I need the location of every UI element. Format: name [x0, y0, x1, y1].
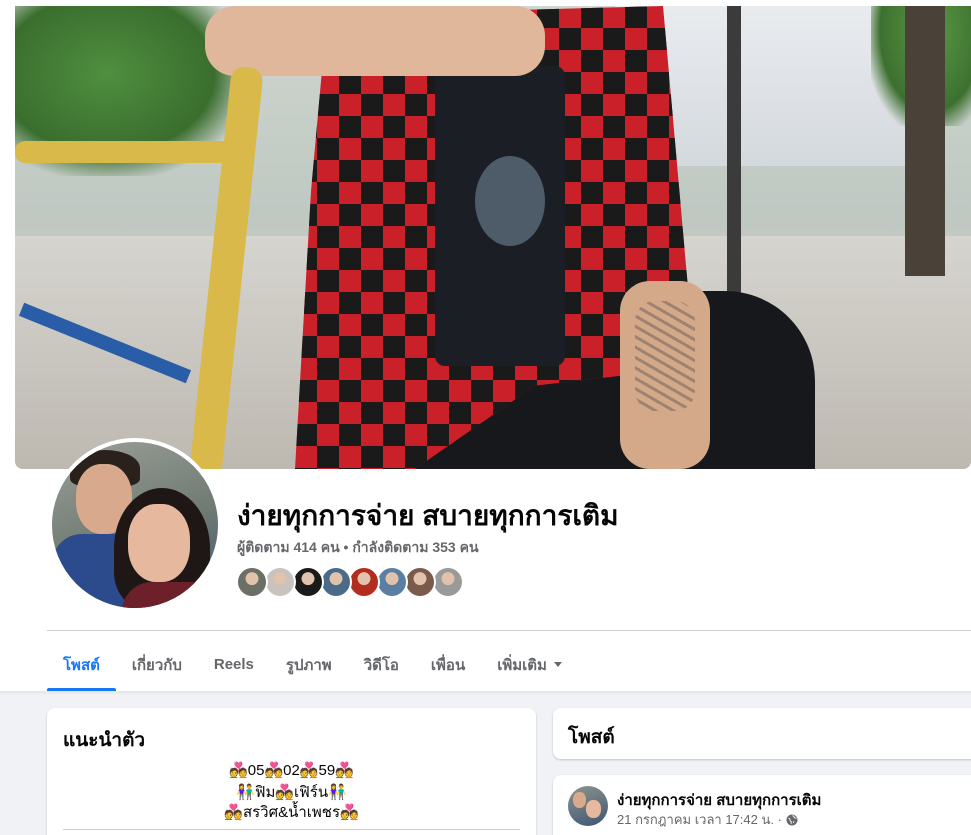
- tabs-divider: [47, 630, 971, 631]
- tab-label: Reels: [213, 656, 254, 673]
- follower-avatar[interactable]: [236, 566, 268, 598]
- follower-avatar[interactable]: [264, 566, 296, 598]
- avatar-person2-body: [122, 582, 218, 608]
- tab-label: วิดีโอ: [363, 656, 399, 674]
- cover-yellow-rail: [15, 141, 245, 163]
- follow-stats[interactable]: ผู้ติดตาม 414 คน • กำลังติดตาม 353 คน: [237, 537, 479, 559]
- tab-reels[interactable]: Reels: [198, 638, 270, 691]
- post-author-avatar[interactable]: [568, 786, 608, 826]
- post-avatar-face1: [573, 792, 586, 808]
- profile-tabs: โพสต์ เกี่ยวกับ Reels รูปภาพ วิดีโอ เพื่…: [47, 638, 578, 691]
- tab-label: โพสต์: [63, 656, 100, 674]
- tab-photos[interactable]: รูปภาพ: [270, 638, 348, 691]
- tab-label: เกี่ยวกับ: [131, 656, 182, 674]
- tabs-shadow: [0, 691, 971, 695]
- post-timestamp[interactable]: 21 กรกฎาคม เวลา 17:42 น. ·: [617, 809, 782, 830]
- post-card: ง่ายทุกการจ่าย สบายทุกการเติม 21 กรกฎาคม…: [553, 775, 971, 835]
- follower-avatar[interactable]: [376, 566, 408, 598]
- posts-header-card: โพสต์: [553, 708, 971, 759]
- profile-avatar[interactable]: [48, 438, 222, 612]
- cover-person-arm: [205, 6, 545, 76]
- cover-tree-trunk: [905, 6, 945, 276]
- follower-avatar[interactable]: [320, 566, 352, 598]
- follower-avatar[interactable]: [432, 566, 464, 598]
- tab-friends[interactable]: เพื่อน: [415, 638, 481, 691]
- tab-label: เพื่อน: [430, 656, 466, 674]
- tab-label: รูปภาพ: [285, 656, 332, 674]
- tab-label: เพิ่มเติม: [497, 656, 547, 674]
- follower-avatar[interactable]: [292, 566, 324, 598]
- tab-more[interactable]: เพิ่มเติม: [481, 638, 578, 691]
- post-avatar-face2: [586, 800, 601, 818]
- cover-tattoo: [635, 301, 695, 411]
- intro-divider: [63, 829, 520, 830]
- bio-line: 💑สรวิศ&น้ำเพชร💑: [224, 804, 359, 821]
- intro-title: แนะนำตัว: [63, 730, 146, 751]
- follower-avatar[interactable]: [404, 566, 436, 598]
- cover-photo[interactable]: [15, 6, 971, 469]
- post-meta: 21 กรกฎาคม เวลา 17:42 น. ·: [617, 809, 798, 830]
- tab-posts[interactable]: โพสต์: [47, 638, 116, 691]
- profile-name: ง่ายทุกการจ่าย สบายทุกการเติม: [237, 500, 619, 531]
- bio-line: 💑05💑02💑59💑: [229, 762, 354, 779]
- avatar-person2-face: [128, 504, 190, 582]
- globe-icon: [786, 814, 798, 825]
- intro-card: แนะนำตัว 💑05💑02💑59💑 👫ฟิม💑เฟิร์น👫 💑สรวิศ&…: [47, 708, 536, 835]
- follower-avatars[interactable]: [236, 566, 464, 598]
- posts-title: โพสต์: [568, 727, 615, 748]
- tab-videos[interactable]: วิดีโอ: [348, 638, 415, 691]
- cover-tee-print: [475, 156, 545, 246]
- tab-about[interactable]: เกี่ยวกับ: [116, 638, 198, 691]
- chevron-down-icon: [553, 662, 562, 667]
- follower-avatar[interactable]: [348, 566, 380, 598]
